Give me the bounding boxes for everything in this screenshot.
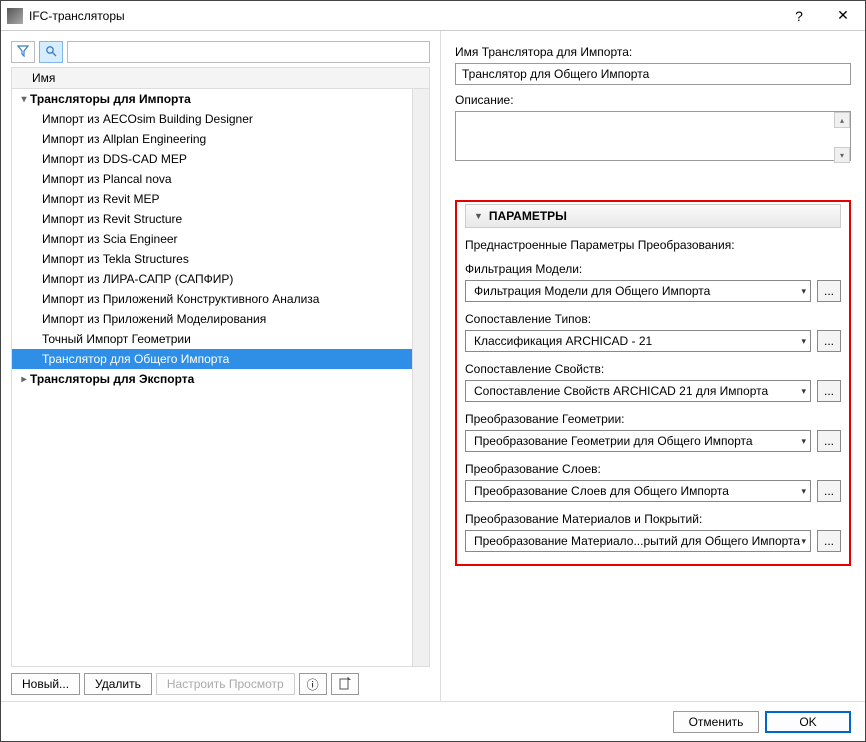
- property-mapping-dropdown[interactable]: Сопоставление Свойств ARCHICAD 21 для Им…: [465, 380, 811, 402]
- search-toggle-button[interactable]: [39, 41, 63, 63]
- param-group: Преобразование Материалов и Покрытий: Пр…: [465, 512, 841, 552]
- window-title: IFC-трансляторы: [29, 9, 777, 23]
- tree-group-export[interactable]: ▸ Трансляторы для Экспорта +: [12, 369, 429, 389]
- tree-item[interactable]: Импорт из Приложений Конструктивного Ана…: [12, 289, 429, 309]
- left-toolbar: [11, 41, 430, 63]
- param-label: Сопоставление Типов:: [465, 312, 841, 326]
- param-group: Сопоставление Свойств: Сопоставление Сво…: [465, 362, 841, 402]
- dropdown-value: Преобразование Геометрии для Общего Импо…: [474, 434, 753, 448]
- parameters-header[interactable]: ▼ ПАРАМЕТРЫ: [465, 204, 841, 228]
- tree-group-import[interactable]: ▾ Трансляторы для Импорта +: [12, 89, 429, 109]
- tree-group-label: Трансляторы для Импорта: [30, 92, 191, 106]
- search-input[interactable]: [67, 41, 430, 63]
- type-mapping-dropdown[interactable]: Классификация ARCHICAD - 21 ▾: [465, 330, 811, 352]
- param-label: Сопоставление Свойств:: [465, 362, 841, 376]
- model-filter-options-button[interactable]: ...: [817, 280, 841, 302]
- dialog-window: IFC-трансляторы ? ✕ Имя: [0, 0, 866, 742]
- model-filter-dropdown[interactable]: Фильтрация Модели для Общего Импорта ▾: [465, 280, 811, 302]
- tree-item[interactable]: Импорт из Tekla Structures: [12, 249, 429, 269]
- chevron-down-icon: ▾: [18, 94, 30, 105]
- param-group: Преобразование Геометрии: Преобразование…: [465, 412, 841, 452]
- ok-button[interactable]: OK: [765, 711, 851, 733]
- app-icon: [7, 8, 23, 24]
- param-label: Фильтрация Модели:: [465, 262, 841, 276]
- delete-button[interactable]: Удалить: [84, 673, 152, 695]
- dropdown-value: Сопоставление Свойств ARCHICAD 21 для Им…: [474, 384, 768, 398]
- dropdown-value: Преобразование Материало...рытий для Общ…: [474, 534, 800, 548]
- info-button[interactable]: ⓘ: [299, 673, 327, 695]
- dialog-body: Имя ▾ Трансляторы для Импорта + Импорт и…: [1, 31, 865, 701]
- tree-item[interactable]: Импорт из Scia Engineer: [12, 229, 429, 249]
- chevron-down-icon: ▾: [801, 286, 806, 297]
- left-panel: Имя ▾ Трансляторы для Импорта + Импорт и…: [1, 31, 441, 701]
- titlebar: IFC-трансляторы ? ✕: [1, 1, 865, 31]
- description-textarea[interactable]: [455, 111, 851, 161]
- description-label: Описание:: [455, 93, 851, 107]
- tree-item[interactable]: Импорт из Plancal nova: [12, 169, 429, 189]
- geometry-conversion-options-button[interactable]: ...: [817, 430, 841, 452]
- textarea-scrollbar[interactable]: ▴ ▾: [834, 112, 850, 163]
- tree-item-selected[interactable]: Транслятор для Общего Импорта: [12, 349, 429, 369]
- tree-header-name: Имя: [11, 67, 430, 88]
- parameters-title: ПАРАМЕТРЫ: [489, 209, 567, 223]
- right-panel: Имя Транслятора для Импорта: Описание: ▴…: [441, 31, 865, 701]
- param-label: Преобразование Геометрии:: [465, 412, 841, 426]
- material-conversion-dropdown[interactable]: Преобразование Материало...рытий для Общ…: [465, 530, 811, 552]
- description-wrap: ▴ ▾: [455, 111, 851, 164]
- layer-conversion-dropdown[interactable]: Преобразование Слоев для Общего Импорта …: [465, 480, 811, 502]
- chevron-down-icon: ▾: [801, 486, 806, 497]
- tree-item[interactable]: Импорт из DDS-CAD MEP: [12, 149, 429, 169]
- tree-item[interactable]: Импорт из ЛИРА-САПР (САПФИР): [12, 269, 429, 289]
- parameters-section: ▼ ПАРАМЕТРЫ Преднастроенные Параметры Пр…: [455, 200, 851, 566]
- import-export-button[interactable]: [331, 673, 359, 695]
- dropdown-value: Преобразование Слоев для Общего Импорта: [474, 484, 729, 498]
- new-button[interactable]: Новый...: [11, 673, 80, 695]
- cancel-button[interactable]: Отменить: [673, 711, 759, 733]
- tree-group-label: Трансляторы для Экспорта: [30, 372, 194, 386]
- help-button[interactable]: ?: [777, 1, 821, 31]
- chevron-down-icon: ▾: [801, 536, 806, 547]
- layer-conversion-options-button[interactable]: ...: [817, 480, 841, 502]
- chevron-right-icon: ▸: [18, 374, 30, 385]
- filter-icon: [17, 45, 29, 60]
- type-mapping-options-button[interactable]: ...: [817, 330, 841, 352]
- param-group: Преобразование Слоев: Преобразование Сло…: [465, 462, 841, 502]
- tree-scrollbar[interactable]: [412, 89, 429, 666]
- param-label: Преобразование Материалов и Покрытий:: [465, 512, 841, 526]
- chevron-down-icon: ▾: [801, 386, 806, 397]
- param-group: Сопоставление Типов: Классификация ARCHI…: [465, 312, 841, 352]
- translator-name-label: Имя Транслятора для Импорта:: [455, 45, 851, 59]
- search-icon: [45, 45, 57, 60]
- preset-label: Преднастроенные Параметры Преобразования…: [465, 238, 841, 252]
- chevron-down-icon: ▾: [801, 436, 806, 447]
- transfer-icon: [338, 676, 352, 693]
- dialog-footer: Отменить OK: [1, 701, 865, 741]
- chevron-down-icon: ▾: [801, 336, 806, 347]
- translator-name-input[interactable]: [455, 63, 851, 85]
- material-conversion-options-button[interactable]: ...: [817, 530, 841, 552]
- dropdown-value: Классификация ARCHICAD - 21: [474, 334, 652, 348]
- collapse-icon: ▼: [474, 211, 483, 221]
- geometry-conversion-dropdown[interactable]: Преобразование Геометрии для Общего Импо…: [465, 430, 811, 452]
- filter-button[interactable]: [11, 41, 35, 63]
- tree-item[interactable]: Импорт из Allplan Engineering: [12, 129, 429, 149]
- scroll-up-icon[interactable]: ▴: [834, 112, 850, 128]
- close-button[interactable]: ✕: [821, 1, 865, 31]
- info-icon: ⓘ: [307, 676, 319, 693]
- tree-item[interactable]: Точный Импорт Геометрии: [12, 329, 429, 349]
- param-label: Преобразование Слоев:: [465, 462, 841, 476]
- tree-item[interactable]: Импорт из AECOsim Building Designer: [12, 109, 429, 129]
- param-group: Фильтрация Модели: Фильтрация Модели для…: [465, 262, 841, 302]
- scroll-down-icon[interactable]: ▾: [834, 147, 850, 163]
- tree-item[interactable]: Импорт из Revit MEP: [12, 189, 429, 209]
- left-bottom-toolbar: Новый... Удалить Настроить Просмотр ⓘ: [11, 667, 430, 695]
- property-mapping-options-button[interactable]: ...: [817, 380, 841, 402]
- translator-tree[interactable]: ▾ Трансляторы для Импорта + Импорт из AE…: [11, 88, 430, 667]
- tree-item[interactable]: Импорт из Приложений Моделирования: [12, 309, 429, 329]
- tree-item[interactable]: Импорт из Revit Structure: [12, 209, 429, 229]
- dropdown-value: Фильтрация Модели для Общего Импорта: [474, 284, 710, 298]
- configure-view-button: Настроить Просмотр: [156, 673, 295, 695]
